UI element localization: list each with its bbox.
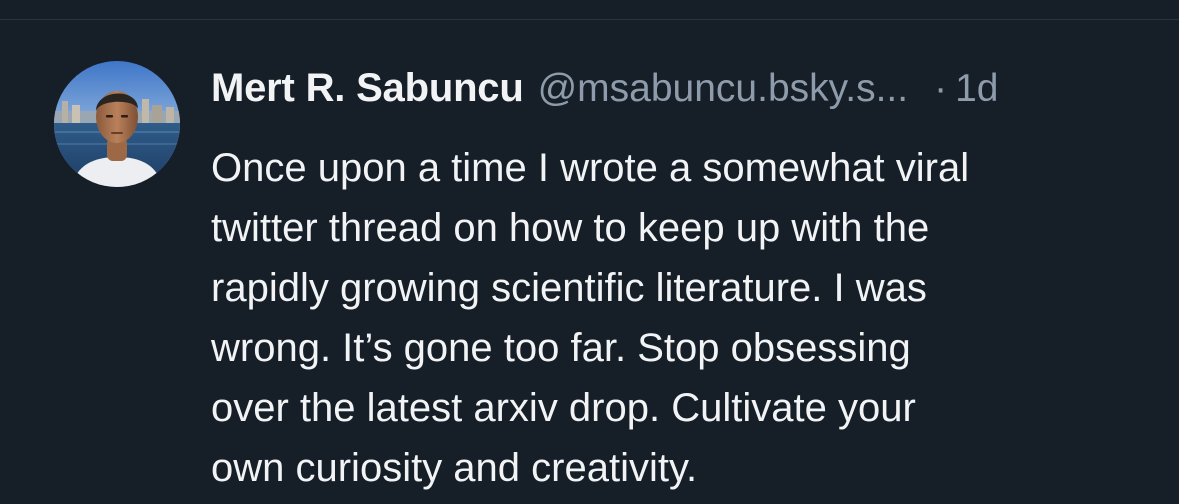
post-content: Mert R. Sabuncu @msabuncu.bsky.s... · 1d…	[211, 66, 1141, 498]
post-text: Once upon a time I wrote a somewhat vira…	[211, 138, 1141, 498]
post-text-line: twitter thread on how to keep up with th…	[211, 206, 930, 250]
post-text-line: own curiosity and creativity.	[211, 446, 698, 490]
post-text-line: rapidly growing scientific literature. I…	[211, 266, 927, 310]
author-display-name[interactable]: Mert R. Sabuncu	[211, 66, 524, 111]
feed-post[interactable]: Mert R. Sabuncu @msabuncu.bsky.s... · 1d…	[0, 20, 1179, 504]
post-header: Mert R. Sabuncu @msabuncu.bsky.s... · 1d	[211, 66, 1141, 122]
avatar[interactable]	[54, 61, 180, 187]
post-timestamp[interactable]: 1d	[955, 67, 998, 111]
profile-photo-icon	[54, 61, 180, 187]
post-text-line: wrong. It’s gone too far. Stop obsessing	[211, 326, 911, 370]
post-text-line: over the latest arxiv drop. Cultivate yo…	[211, 386, 916, 430]
separator-dot: ·	[934, 67, 948, 110]
author-handle[interactable]: @msabuncu.bsky.s...	[538, 67, 909, 111]
post-text-line: Once upon a time I wrote a somewhat vira…	[211, 146, 970, 190]
